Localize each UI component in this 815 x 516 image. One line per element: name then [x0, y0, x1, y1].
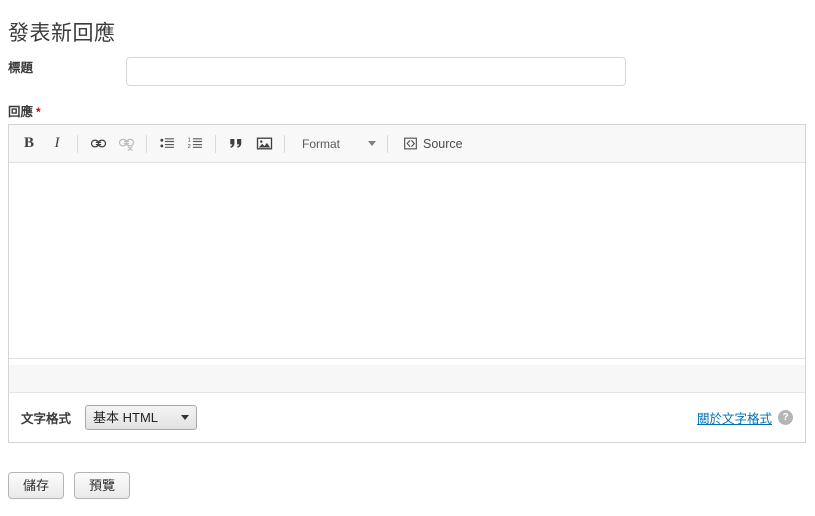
editor-content-area[interactable]	[9, 163, 805, 358]
chevron-down-icon	[368, 141, 376, 146]
subject-field-group: 標題	[8, 57, 807, 88]
toolbar-separator	[146, 134, 147, 153]
toolbar-separator	[284, 134, 285, 153]
text-format-row: 文字格式 基本 HTML 關於文字格式 ?	[8, 393, 806, 443]
source-button[interactable]: Source	[396, 132, 470, 156]
bulleted-list-button[interactable]	[155, 132, 179, 156]
unlink-button[interactable]	[114, 132, 138, 156]
numbered-list-icon: 1 2	[187, 138, 202, 150]
unlink-icon	[118, 138, 134, 152]
required-marker: *	[36, 105, 41, 119]
subject-input[interactable]	[126, 57, 626, 86]
preview-button[interactable]: 預覽	[74, 472, 130, 499]
toolbar-separator	[215, 134, 216, 153]
italic-icon: I	[54, 135, 60, 151]
body-label-group: 回應 *	[8, 104, 41, 120]
rich-text-editor: B I 1 2 Format Source	[8, 124, 806, 380]
subject-label: 標題	[8, 61, 34, 75]
blockquote-button[interactable]	[224, 132, 248, 156]
svg-text:2: 2	[187, 144, 190, 150]
help-icon[interactable]: ?	[778, 410, 793, 425]
text-format-help-group: 關於文字格式 ?	[697, 408, 793, 427]
bold-button[interactable]: B	[17, 132, 41, 156]
source-code-icon	[404, 137, 417, 150]
blockquote-icon	[229, 138, 241, 148]
format-dropdown-label: Format	[302, 136, 341, 151]
link-icon	[90, 139, 106, 148]
italic-button[interactable]: I	[45, 132, 69, 156]
form-actions: 儲存 預覽	[8, 472, 130, 499]
source-button-label: Source	[423, 136, 463, 151]
toolbar-separator	[77, 134, 78, 153]
bulleted-list-icon	[159, 138, 174, 148]
save-button[interactable]: 儲存	[8, 472, 64, 499]
toolbar-separator	[387, 134, 388, 153]
page-title: 發表新回應	[8, 22, 116, 46]
about-text-formats-link[interactable]: 關於文字格式	[697, 408, 772, 427]
body-label: 回應	[8, 105, 34, 119]
editor-toolbar: B I 1 2 Format Source	[9, 125, 805, 163]
text-format-label: 文字格式	[21, 412, 72, 426]
image-icon	[256, 137, 272, 150]
image-button[interactable]	[252, 132, 276, 156]
numbered-list-button[interactable]: 1 2	[183, 132, 207, 156]
text-format-select[interactable]: 基本 HTML	[85, 405, 198, 430]
format-dropdown[interactable]: Format	[293, 132, 381, 156]
svg-text:1: 1	[187, 138, 190, 144]
comment-form-page: 發表新回應 標題 回應 * B I 1 2 Format Source 文字格式…	[0, 0, 815, 516]
bold-icon: B	[23, 135, 34, 151]
editor-footer-strip	[8, 365, 806, 393]
text-format-select-wrapper: 基本 HTML	[85, 405, 198, 430]
link-button[interactable]	[86, 132, 110, 156]
